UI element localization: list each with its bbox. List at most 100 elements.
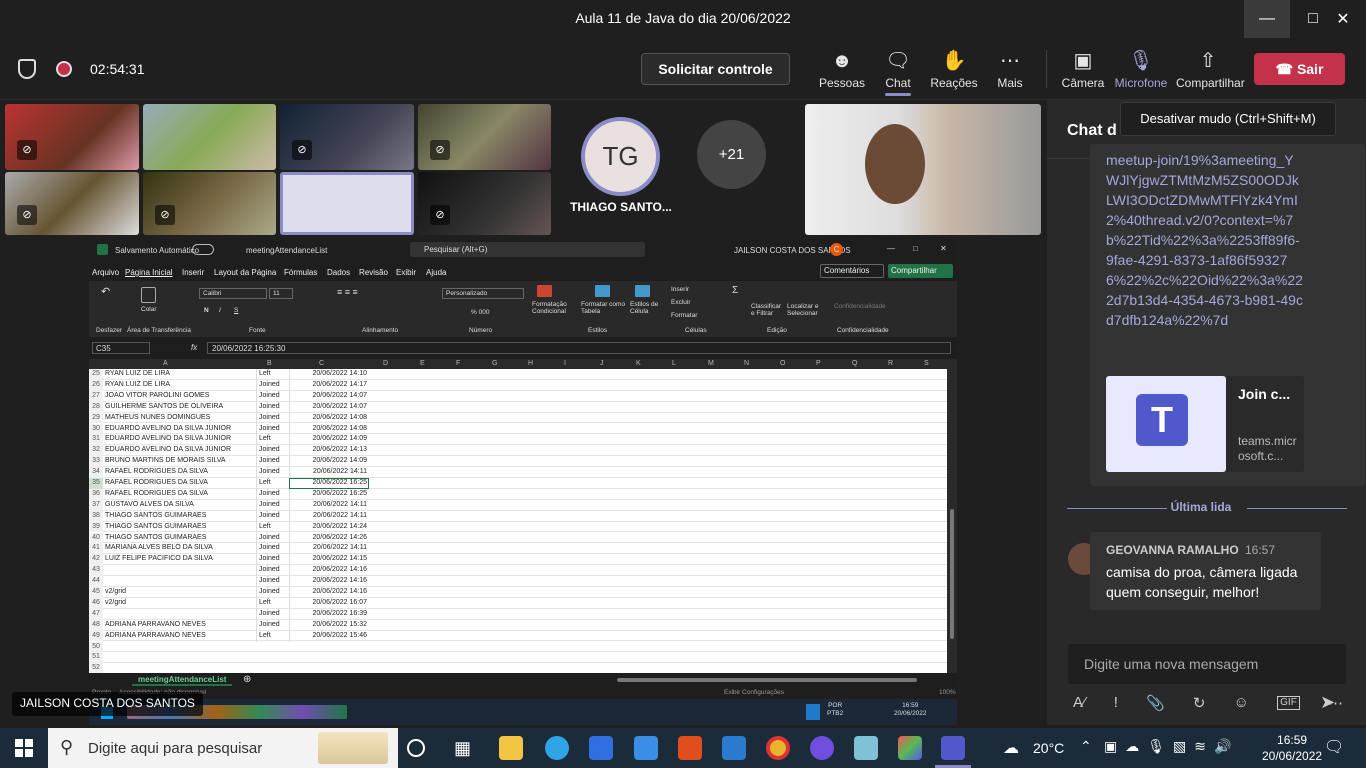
- percent-button[interactable]: % 000: [471, 309, 489, 316]
- table-row[interactable]: 25 RYAN LUIZ DE LIRA Left 20/06/2022 14:10: [89, 369, 947, 380]
- windows-start-icon[interactable]: [15, 739, 33, 757]
- table-row[interactable]: 45 v2/grid Joined 20/06/2022 14:16: [89, 587, 947, 598]
- overflow-participants-button[interactable]: +21: [697, 120, 766, 189]
- table-row[interactable]: 36 RAFAEL RODRIGUES DA SILVA Joined 20/06/2…: [89, 488, 947, 500]
- column-header[interactable]: O: [780, 360, 785, 367]
- table-row[interactable]: 34 RAFAEL RODRIGUES DA SILVA Joined 20/06/2…: [89, 467, 947, 478]
- menu-exibir[interactable]: Exibir: [396, 268, 416, 277]
- table-row[interactable]: 40 THIAGO SANTOS GUIMARAES Joined 20/06/202…: [89, 532, 947, 544]
- cell-action[interactable]: Left: [256, 597, 289, 609]
- table-row[interactable]: 48 ADRIANA PARRAVANO NEVES Joined 20/06/202…: [89, 619, 947, 631]
- table-row[interactable]: 27 JOAO VITOR PAROLINI GOMES Joined 20/06/2…: [89, 390, 947, 402]
- row-number[interactable]: 44: [89, 576, 103, 587]
- table-row[interactable]: 50: [89, 641, 947, 653]
- cell-name[interactable]: THIAGO SANTOS GUIMARAES: [105, 522, 255, 533]
- row-number[interactable]: 34: [89, 467, 103, 478]
- name-box[interactable]: C35: [92, 342, 150, 354]
- weather-icon[interactable]: ☁: [1003, 738, 1019, 758]
- emoji-icon[interactable]: ☺: [1234, 694, 1249, 716]
- row-number[interactable]: 47: [89, 608, 103, 620]
- row-number[interactable]: 32: [89, 445, 103, 457]
- firefox-icon[interactable]: [810, 736, 834, 760]
- horizontal-scrollbar[interactable]: [617, 678, 917, 682]
- row-number[interactable]: 48: [89, 619, 103, 631]
- cell-timestamp[interactable]: 20/06/2022 14:15: [289, 554, 369, 566]
- bold-button[interactable]: N: [204, 307, 209, 314]
- table-row[interactable]: 37 GUSTAVO ALVES DA SILVA Joined 20/06/2022…: [89, 499, 947, 511]
- cell-name[interactable]: v2/grid: [105, 587, 255, 598]
- mic-button[interactable]: 🎙 Microfone: [1113, 50, 1169, 90]
- cell-timestamp[interactable]: 20/06/2022 14:09: [289, 456, 369, 468]
- cell-timestamp[interactable]: 20/06/2022 14:11: [289, 467, 369, 478]
- column-header[interactable]: J: [600, 360, 604, 367]
- conditional-format-button[interactable]: Formatação Condicional: [532, 301, 572, 315]
- cell-timestamp[interactable]: 20/06/2022 16:25: [289, 488, 369, 500]
- cell-action[interactable]: Joined: [256, 379, 289, 391]
- cell-timestamp[interactable]: 20/06/2022 14:07: [289, 390, 369, 402]
- cell-timestamp[interactable]: 20/06/2022 14:13: [289, 445, 369, 457]
- attach-icon[interactable]: 📎: [1146, 694, 1165, 716]
- sheet-tab-active[interactable]: meetingAttendanceList: [132, 673, 233, 686]
- row-number[interactable]: 35: [89, 478, 103, 489]
- display-settings[interactable]: Exibir Configurações: [724, 689, 784, 696]
- cell-name[interactable]: v2/grid: [105, 598, 255, 609]
- cell-name[interactable]: ADRIANA PARRAVANO NEVES: [105, 631, 255, 642]
- format-table-icon[interactable]: [595, 285, 610, 297]
- cell-name[interactable]: GUILHERME SANTOS DE OLIVEIRA: [105, 402, 255, 413]
- cell-action[interactable]: Joined: [256, 467, 289, 478]
- row-number[interactable]: 38: [89, 510, 103, 522]
- column-header[interactable]: R: [888, 360, 893, 367]
- video-tile[interactable]: ⊘: [418, 172, 551, 235]
- cell-timestamp[interactable]: 20/06/2022 14:16: [289, 565, 369, 577]
- table-row[interactable]: 42 LUIZ FELIPE PACIFICO DA SILVA Joined 20/…: [89, 554, 947, 566]
- table-row[interactable]: 33 BRUNO MARTINS DE MORAIS SILVA Joined 20/…: [89, 456, 947, 468]
- cell-action[interactable]: Joined: [256, 488, 289, 500]
- row-number[interactable]: 26: [89, 379, 103, 391]
- teams-icon[interactable]: [941, 736, 965, 760]
- leave-button[interactable]: ☎ Sair: [1254, 53, 1345, 85]
- undo-icon[interactable]: ↶: [101, 285, 110, 298]
- column-header[interactable]: N: [744, 360, 749, 367]
- cell-name[interactable]: JOAO VITOR PAROLINI GOMES: [105, 391, 255, 402]
- cell-timestamp[interactable]: 20/06/2022 14:16: [289, 587, 369, 598]
- cell-timestamp[interactable]: 20/06/2022 14:08: [289, 423, 369, 435]
- cell-action[interactable]: Left: [256, 521, 289, 533]
- row-number[interactable]: 52: [89, 663, 103, 673]
- cell-action[interactable]: Joined: [256, 543, 289, 555]
- cell-action[interactable]: Left: [256, 369, 289, 380]
- cell-timestamp[interactable]: 20/06/2022 16:25: [289, 478, 369, 489]
- row-number[interactable]: 50: [89, 641, 103, 653]
- cell-name[interactable]: THIAGO SANTOS GUIMARAES: [105, 533, 255, 544]
- git-icon[interactable]: [898, 736, 922, 760]
- send-icon[interactable]: ➤: [1320, 692, 1335, 713]
- cell-timestamp[interactable]: 20/06/2022 14:16: [289, 576, 369, 587]
- row-number[interactable]: 39: [89, 521, 103, 533]
- table-row[interactable]: 32 EDUARDO AVELINO DA SILVA JUNIOR Joined 2…: [89, 445, 947, 457]
- cell-action[interactable]: Joined: [256, 532, 289, 544]
- weather-temp[interactable]: 20°C: [1033, 740, 1064, 756]
- cell-timestamp[interactable]: 20/06/2022 15:46: [289, 630, 369, 642]
- column-header[interactable]: M: [708, 360, 714, 367]
- autosum-icon[interactable]: Σ: [732, 285, 738, 296]
- table-row[interactable]: 43 Joined 20/06/2022 14:16: [89, 565, 947, 577]
- cell-timestamp[interactable]: 20/06/2022 14:08: [289, 412, 369, 424]
- chat-button[interactable]: 🗨 Chat: [870, 50, 926, 96]
- table-row[interactable]: 31 EDUARDO AVELINO DA SILVA JUNIOR Left 20/…: [89, 434, 947, 446]
- table-row[interactable]: 38 THIAGO SANTOS GUIMARAES Joined 20/06/202…: [89, 510, 947, 522]
- cell-action[interactable]: Joined: [256, 608, 289, 620]
- cell-name[interactable]: ADRIANA PARRAVANO NEVES: [105, 620, 255, 631]
- more-button[interactable]: ⋯ Mais: [982, 50, 1038, 90]
- cell-name[interactable]: RYAN LUIZ DE LIRA: [105, 369, 255, 380]
- column-header[interactable]: I: [564, 360, 566, 367]
- menu-dados[interactable]: Dados: [327, 268, 350, 277]
- cell-name[interactable]: RAFAEL RODRIGUES DA SILVA: [105, 478, 255, 489]
- table-row[interactable]: 47 Joined 20/06/2022 16:39: [89, 608, 947, 620]
- cell-action[interactable]: Joined: [256, 445, 289, 457]
- task-view-icon[interactable]: ▦: [454, 738, 471, 759]
- row-number[interactable]: 51: [89, 652, 103, 664]
- video-tile[interactable]: ⊘: [418, 104, 551, 170]
- self-video-tile[interactable]: [805, 104, 1041, 235]
- menu-inserir[interactable]: Inserir: [182, 268, 204, 277]
- sort-filter-button[interactable]: Classificar e Filtrar: [751, 303, 785, 317]
- cell-name[interactable]: EDUARDO AVELINO DA SILVA JUNIOR: [105, 424, 255, 435]
